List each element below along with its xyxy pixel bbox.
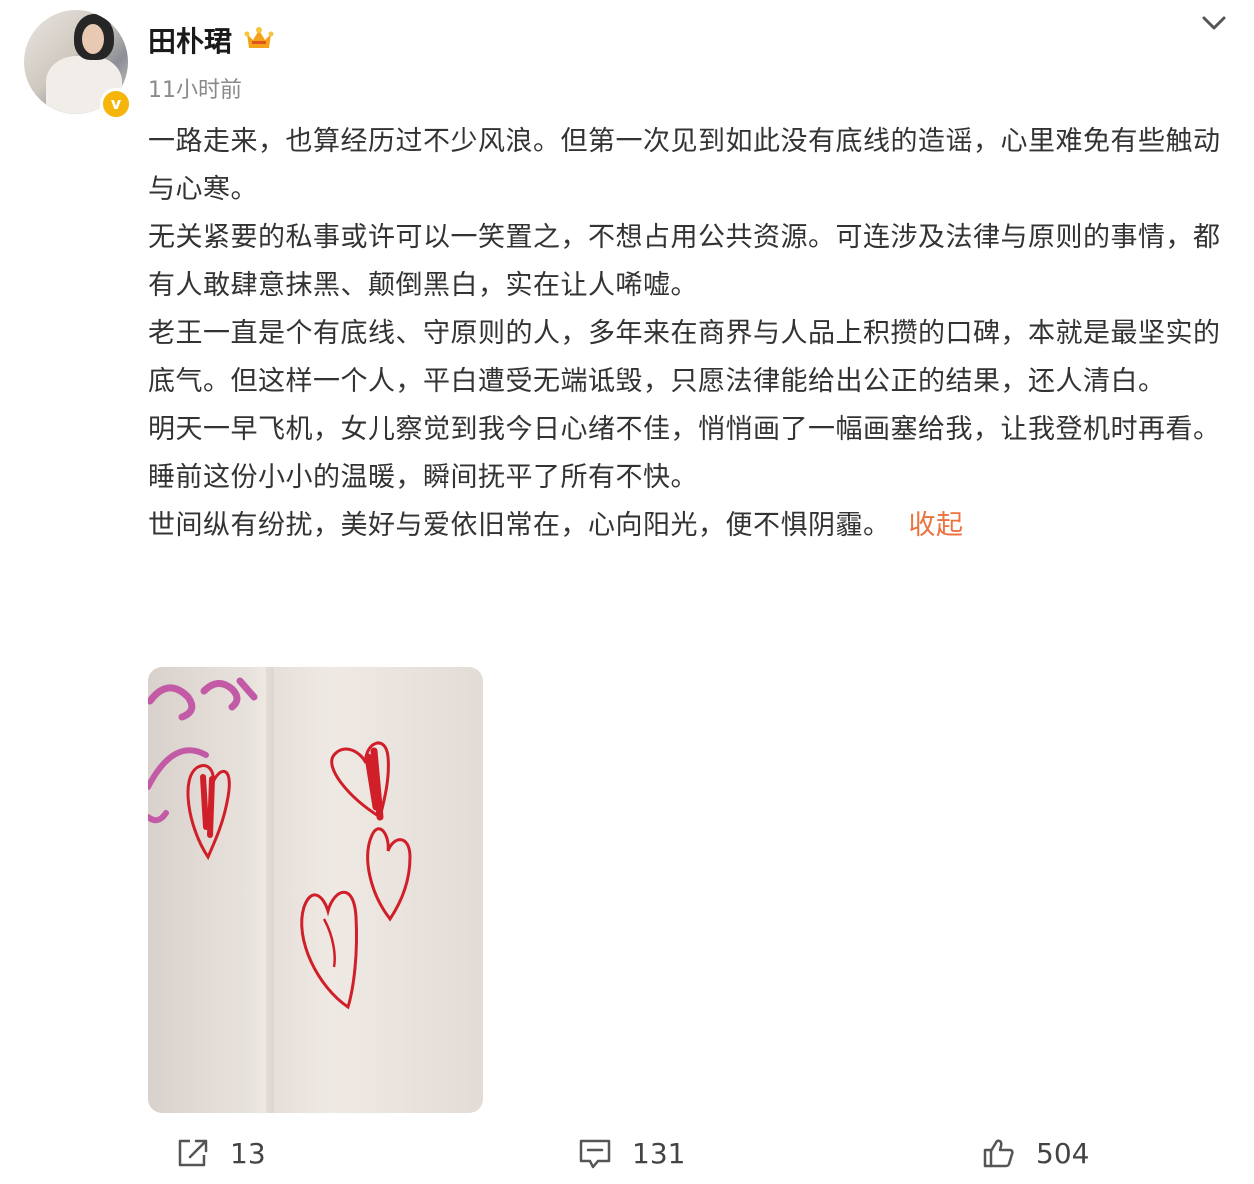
- share-icon: [178, 1139, 208, 1167]
- action-bar: 13 131 504: [0, 1128, 1254, 1184]
- hearts-drawing: [148, 667, 412, 1113]
- comment-count: 131: [632, 1136, 686, 1170]
- post-paragraph: 老王一直是个有底线、守原则的人，多年来在商界与人品上积攒的口碑，本就是最坚实的底…: [148, 318, 1221, 397]
- author-name[interactable]: 田朴珺: [148, 20, 232, 60]
- post-paragraph: 睡前这份小小的温暖，瞬间抚平了所有不快。: [148, 462, 698, 493]
- post-paragraph-text: 世间纵有纷扰，美好与爱依旧常在，心向阳光，便不惧阴霾。: [148, 510, 891, 541]
- post-paragraph: 明天一早飞机，女儿察觉到我今日心绪不佳，悄悄画了一幅画塞给我，让我登机时再看。: [148, 414, 1221, 445]
- author-avatar[interactable]: v: [24, 10, 132, 120]
- like-count: 504: [1036, 1136, 1090, 1170]
- comment-icon: [579, 1139, 611, 1169]
- thumbs-up-icon: [983, 1139, 1014, 1168]
- chevron-down-icon[interactable]: [1198, 10, 1230, 38]
- post-paragraph: 无关紧要的私事或许可以一笑置之，不想占用公共资源。可连涉及法律与原则的事情，都有…: [148, 222, 1221, 301]
- collapse-link[interactable]: 收起: [909, 510, 964, 541]
- attached-photo[interactable]: [148, 667, 483, 1113]
- post-paragraph: 一路走来，也算经历过不少风浪。但第一次见到如此没有底线的造谣，心里难免有些触动与…: [148, 126, 1221, 205]
- crown-icon: [244, 27, 274, 48]
- comment-button[interactable]: 131: [578, 1128, 685, 1178]
- verified-badge-icon: v: [100, 88, 132, 120]
- post-content: 一路走来，也算经历过不少风浪。但第一次见到如此没有底线的造谣，心里难免有些触动与…: [148, 118, 1234, 550]
- share-button[interactable]: 13: [176, 1128, 266, 1178]
- post-timestamp: 11小时前: [148, 78, 242, 103]
- share-count: 13: [230, 1136, 266, 1170]
- post-paragraph-last: 世间纵有纷扰，美好与爱依旧常在，心向阳光，便不惧阴霾。 收起: [148, 502, 1234, 550]
- like-button[interactable]: 504: [982, 1128, 1089, 1178]
